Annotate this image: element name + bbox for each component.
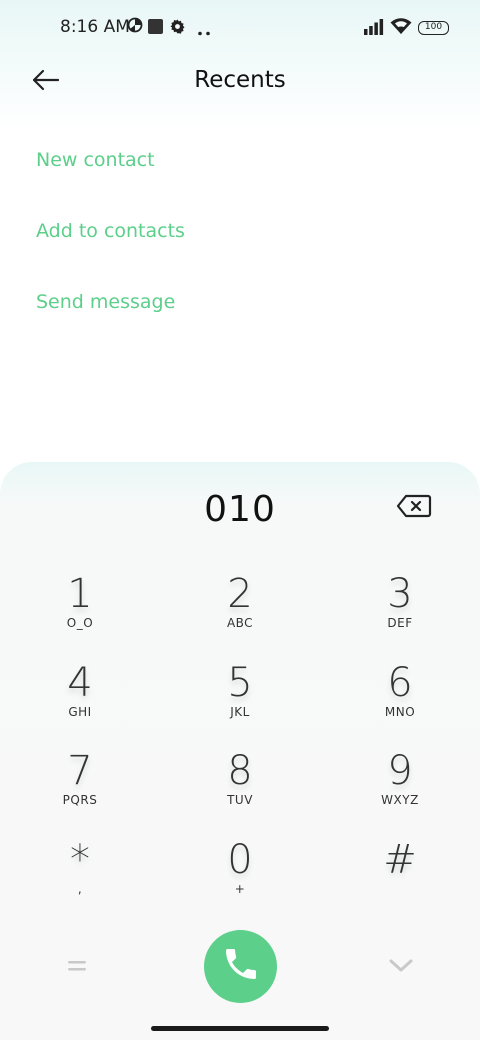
- key-digit: #: [383, 837, 417, 883]
- key-digit: 2: [227, 571, 253, 617]
- key-letters: O_O: [66, 616, 94, 630]
- key-digit: 9: [387, 748, 413, 794]
- key-digit: 8: [227, 748, 253, 794]
- key-digit: *: [70, 837, 90, 883]
- key-hash[interactable]: #: [340, 838, 460, 918]
- key-7[interactable]: 7 PQRS: [20, 749, 140, 829]
- wifi-icon: [390, 17, 412, 40]
- send-message-link[interactable]: Send message: [36, 291, 175, 313]
- key-3[interactable]: 3 DEF: [340, 572, 460, 652]
- chevron-down-icon: [388, 959, 414, 978]
- key-letters: DEF: [387, 616, 413, 630]
- key-8[interactable]: 8 TUV: [180, 749, 300, 829]
- key-letters: ,: [77, 882, 83, 896]
- add-to-contacts-link[interactable]: Add to contacts: [36, 220, 185, 242]
- new-contact-link[interactable]: New contact: [36, 149, 155, 171]
- key-digit: 5: [227, 660, 253, 706]
- status-time: 8:16 AM: [60, 17, 130, 37]
- key-1[interactable]: 1 O_O: [20, 572, 140, 652]
- more-dots-icon: [197, 23, 211, 41]
- menu-button[interactable]: [66, 958, 90, 976]
- key-letters: GHI: [68, 705, 92, 719]
- key-letters: MNO: [384, 705, 416, 719]
- home-indicator[interactable]: [151, 1026, 329, 1031]
- key-digit: 7: [67, 748, 93, 794]
- square-app-icon: [148, 19, 163, 39]
- collapse-dialpad-button[interactable]: [388, 956, 414, 976]
- battery-icon: 100: [418, 21, 449, 35]
- key-2[interactable]: 2 ABC: [180, 572, 300, 652]
- status-bar: 8:16 AM 100: [0, 0, 480, 56]
- key-digit: 6: [387, 660, 413, 706]
- key-letters: WXYZ: [381, 793, 419, 807]
- key-6[interactable]: 6 MNO: [340, 661, 460, 741]
- data-saver-icon: [127, 17, 143, 38]
- key-digit: 1: [67, 571, 93, 617]
- backspace-icon: [396, 494, 432, 522]
- key-0[interactable]: 0 +: [180, 838, 300, 918]
- menu-equals-icon: [66, 961, 88, 978]
- phone-call-icon: [221, 944, 261, 989]
- gear-icon: [170, 19, 185, 39]
- key-star[interactable]: * ,: [20, 838, 140, 918]
- key-digit: 3: [387, 571, 413, 617]
- key-letters: JKL: [230, 705, 250, 719]
- key-9[interactable]: 9 WXYZ: [340, 749, 460, 829]
- call-button[interactable]: [204, 930, 277, 1003]
- key-letters: TUV: [227, 793, 253, 807]
- key-4[interactable]: 4 GHI: [20, 661, 140, 741]
- key-letters: +: [234, 882, 246, 896]
- key-letters: PQRS: [62, 793, 98, 807]
- backspace-button[interactable]: [396, 494, 434, 520]
- page-title: Recents: [194, 67, 286, 93]
- key-5[interactable]: 5 JKL: [180, 661, 300, 741]
- key-digit: 0: [227, 837, 253, 883]
- signal-icon: [364, 19, 384, 40]
- key-digit: 4: [67, 660, 93, 706]
- key-letters: ABC: [226, 616, 254, 630]
